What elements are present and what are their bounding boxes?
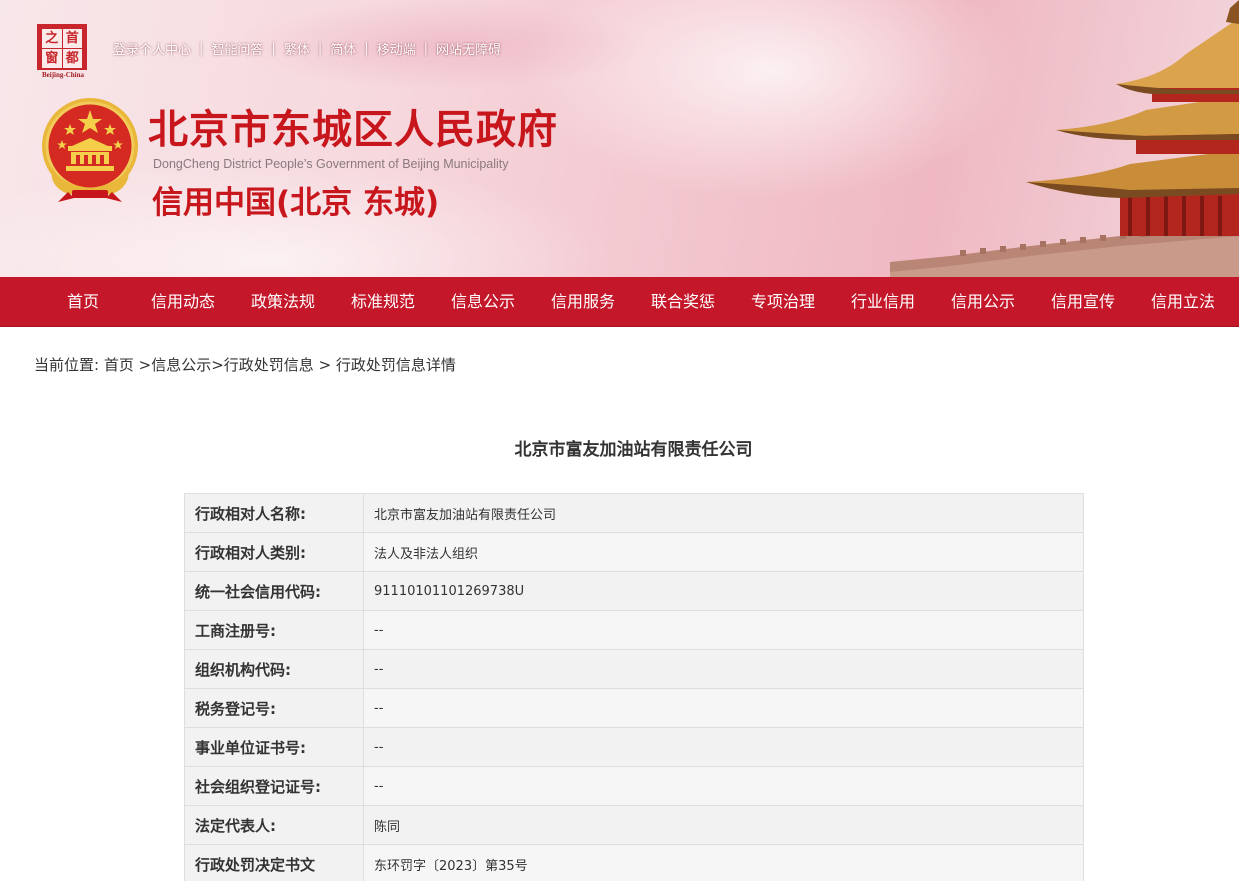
breadcrumb-home-link[interactable]: 首页 [104,356,134,374]
field-label: 税务登记号: [184,688,364,728]
site-title: 北京市东城区人民政府 [148,107,558,153]
breadcrumb-separator: > [133,356,152,374]
accessibility-link[interactable]: 网站无障碍 [436,39,501,58]
table-row: 统一社会信用代码: 91110101101269738U [184,571,1084,611]
simplified-chinese-link[interactable]: 简体 [330,39,356,58]
field-value: -- [363,649,1084,689]
field-label: 统一社会信用代码: [184,571,364,611]
nav-policies[interactable]: 政策法规 [251,277,315,327]
divider: | [199,40,204,56]
nav-credit-news[interactable]: 信用动态 [151,277,215,327]
smart-qa-link[interactable]: 智能问答 [211,39,263,58]
nav-credit-legislation[interactable]: 信用立法 [1151,277,1215,327]
main-navigation: 首页 信用动态 政策法规 标准规范 信息公示 信用服务 联合奖惩 专项治理 行业… [0,277,1239,327]
table-row: 工商注册号: -- [184,610,1084,650]
divider: | [271,40,276,56]
breadcrumb-info-disclosure-link[interactable]: 信息公示 [151,356,211,374]
header-banner: 之 首 窗 都 Beijing-China 登录个人中心 | 智能问答 | 繁体… [0,0,1239,277]
login-link[interactable]: 登录个人中心 [113,39,191,58]
table-row: 税务登记号: -- [184,688,1084,728]
breadcrumb-separator: > [211,356,224,374]
nav-industry-credit[interactable]: 行业信用 [851,277,915,327]
seal-char: 都 [62,49,82,68]
field-value: -- [363,610,1084,650]
nav-credit-services[interactable]: 信用服务 [551,277,615,327]
national-emblem-icon [42,98,138,202]
table-row: 行政处罚决定书文 东环罚字〔2023〕第35号 [184,844,1084,881]
divider: | [364,40,369,56]
breadcrumb-prefix: 当前位置: [34,356,100,374]
field-value: -- [363,688,1084,728]
capital-window-seal-logo[interactable]: 之 首 窗 都 [37,24,87,70]
table-row: 社会组织登记证号: -- [184,766,1084,806]
breadcrumb-separator: > [313,356,336,374]
top-utility-links: 登录个人中心 | 智能问答 | 繁体 | 简体 | 移动端 | 网站无障碍 [113,39,501,58]
breadcrumb-penalty-info-link[interactable]: 行政处罚信息 [224,356,314,374]
field-label: 事业单位证书号: [184,727,364,767]
field-value: 91110101101269738U [363,571,1084,611]
field-value: 东环罚字〔2023〕第35号 [363,844,1084,881]
breadcrumb-current: 行政处罚信息详情 [335,356,456,374]
nav-home[interactable]: 首页 [67,277,99,327]
field-value: 北京市富友加油站有限责任公司 [363,493,1084,533]
field-label: 法定代表人: [184,805,364,845]
field-label: 行政相对人类别: [184,532,364,572]
field-label: 社会组织登记证号: [184,766,364,806]
nav-info-disclosure[interactable]: 信息公示 [451,277,515,327]
site-subtitle: DongCheng District People’s Government o… [153,157,509,171]
nav-joint-rewards-penalties[interactable]: 联合奖惩 [651,277,715,327]
seal-char: 之 [42,29,62,48]
seal-char: 首 [62,29,82,48]
field-label: 组织机构代码: [184,649,364,689]
table-row: 行政相对人类别: 法人及非法人组织 [184,532,1084,572]
mobile-link[interactable]: 移动端 [377,39,416,58]
nav-special-governance[interactable]: 专项治理 [751,277,815,327]
forbidden-city-illustration [890,0,1239,277]
field-label: 工商注册号: [184,610,364,650]
field-label: 行政处罚决定书文 [184,844,364,881]
penalty-detail-table: 行政相对人名称: 北京市富友加油站有限责任公司 行政相对人类别: 法人及非法人组… [184,493,1084,881]
site-subtitle-credit-china: 信用中国(北京 东城) [152,185,440,221]
divider: | [317,40,323,56]
nav-standards[interactable]: 标准规范 [351,277,415,327]
field-value: -- [363,727,1084,767]
field-label: 行政相对人名称: [184,493,364,533]
seal-caption: Beijing-China [41,71,84,79]
traditional-chinese-link[interactable]: 繁体 [284,39,310,58]
field-value: -- [363,766,1084,806]
field-value: 陈同 [363,805,1084,845]
table-row: 事业单位证书号: -- [184,727,1084,767]
table-row: 组织机构代码: -- [184,649,1084,689]
nav-credit-promotion[interactable]: 信用宣传 [1051,277,1115,327]
field-value: 法人及非法人组织 [363,532,1084,572]
seal-char: 窗 [42,49,62,68]
record-title: 北京市富友加油站有限责任公司 [514,440,753,460]
table-row: 法定代表人: 陈同 [184,805,1084,845]
nav-credit-publicity[interactable]: 信用公示 [951,277,1015,327]
breadcrumb: 当前位置: 首页 >信息公示>行政处罚信息 > 行政处罚信息详情 [34,355,456,375]
table-row: 行政相对人名称: 北京市富友加油站有限责任公司 [184,493,1084,533]
divider: | [423,40,429,56]
